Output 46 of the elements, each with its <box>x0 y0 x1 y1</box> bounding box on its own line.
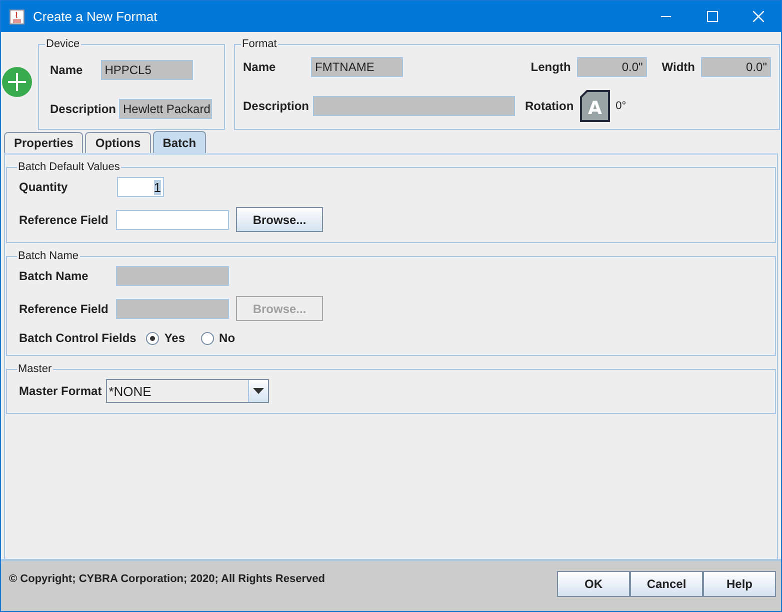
group-title: Format <box>241 38 278 50</box>
browse-button[interactable]: Browse... <box>236 207 323 232</box>
field-label: Batch Name <box>19 269 90 283</box>
field-label: Name <box>50 62 83 77</box>
tab[interactable]: Batch <box>152 131 206 153</box>
quantity-field[interactable]: 1 <box>117 177 164 197</box>
field-label: Batch Control Fields <box>19 331 136 345</box>
close-icon[interactable] <box>752 11 764 22</box>
maximize-icon[interactable] <box>706 11 718 22</box>
text-field[interactable]: 0.0" <box>701 56 771 77</box>
dialog-button[interactable]: OK <box>557 571 630 597</box>
group-title: Master <box>17 363 53 375</box>
text-field[interactable] <box>116 210 229 230</box>
copyright-text: © Copyright; CYBRA Corporation; 2020; All Rights Reserved <box>9 573 325 585</box>
text-field[interactable]: HPPCL5 <box>100 60 193 80</box>
radio-option[interactable]: No <box>201 331 236 345</box>
field-label: Quantity <box>19 180 69 194</box>
radio-option[interactable]: Yes <box>146 331 186 345</box>
field-label: Rotation <box>525 99 574 114</box>
dialog-button[interactable]: Help <box>703 571 776 597</box>
group-title: Batch Name <box>17 250 80 262</box>
group-title: Device <box>45 38 81 50</box>
field-label: Master Format <box>19 384 102 398</box>
field-label: Name <box>243 60 277 74</box>
add-icon[interactable] <box>2 67 32 97</box>
app-icon <box>9 8 25 24</box>
tab[interactable]: Properties <box>4 132 84 153</box>
field-label: Reference Field <box>19 302 109 316</box>
field-label: Reference Field <box>19 212 109 226</box>
format-dropdown[interactable]: *NONE <box>106 379 269 403</box>
radio-icon[interactable] <box>146 332 160 344</box>
field-label: Width <box>662 60 695 74</box>
window-title: Create a New Format <box>33 9 158 24</box>
radio-icon[interactable] <box>201 332 214 344</box>
text-field[interactable] <box>313 96 515 116</box>
field-label: Description <box>50 102 116 116</box>
group-title: Batch Default Values <box>17 161 121 173</box>
dialog-button[interactable]: Cancel <box>630 571 703 597</box>
caret-icon <box>252 388 264 394</box>
field-label: Description <box>243 99 310 114</box>
tab[interactable]: Options <box>85 132 151 153</box>
text-field[interactable]: Hewlett Packard <box>119 99 212 120</box>
rotation-value: 0° <box>616 100 626 112</box>
text-field[interactable]: FMTNAME <box>311 56 403 77</box>
text-field[interactable]: 0.0" <box>576 56 647 77</box>
field-label: Length <box>530 60 571 74</box>
